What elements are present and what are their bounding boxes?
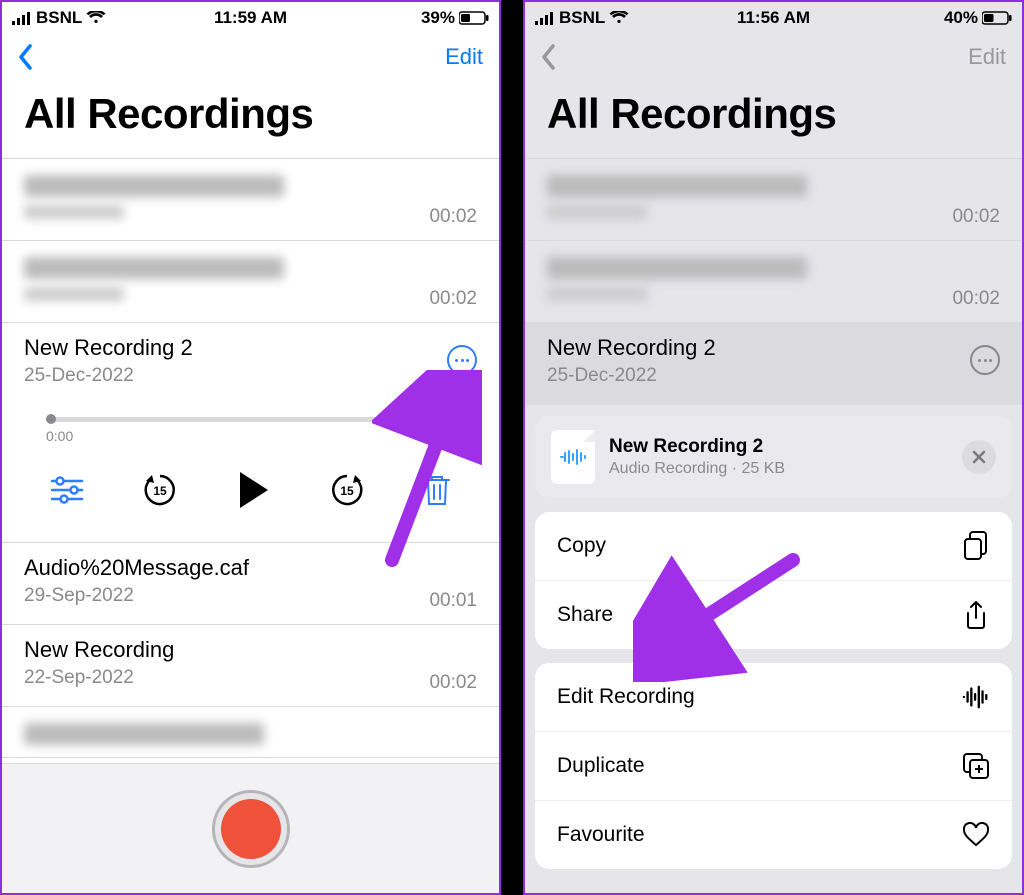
nav-bar: Edit (2, 34, 499, 80)
recording-duration: 00:02 (429, 206, 477, 228)
recording-title: Audio%20Message.caf (24, 555, 477, 581)
audio-file-icon (551, 430, 595, 484)
time-remaining: –0:03 (420, 428, 455, 444)
menu-copy[interactable]: Copy (535, 512, 1012, 581)
carrier-label: BSNL (36, 8, 82, 28)
nav-bar: Edit (525, 34, 1022, 80)
clock-label: 11:59 AM (171, 8, 330, 28)
more-options-button[interactable] (447, 345, 477, 375)
carrier-label: BSNL (559, 8, 605, 28)
copy-icon (962, 532, 990, 560)
recording-date: 25-Dec-2022 (24, 365, 477, 387)
wifi-icon (609, 11, 629, 25)
wifi-icon (86, 11, 106, 25)
recording-row-selected[interactable]: New Recording 2 25-Dec-2022 0:00 –0:03 1… (2, 323, 499, 543)
sheet-file-subtitle: Audio Recording · 25 KB (609, 460, 785, 478)
status-bar: BSNL 11:59 AM 39% (2, 2, 499, 34)
recording-title: New Recording 2 (547, 335, 1000, 361)
clock-label: 11:56 AM (694, 8, 853, 28)
play-button[interactable] (236, 470, 272, 510)
recording-sub-redacted (547, 205, 647, 219)
back-button[interactable] (18, 44, 34, 70)
menu-group: Edit Recording Duplicate Favourite (535, 663, 1012, 869)
recording-date: 22-Sep-2022 (24, 667, 477, 689)
recording-row[interactable]: 00:02 (2, 159, 499, 241)
page-title: All Recordings (2, 80, 499, 158)
battery-icon (459, 11, 489, 25)
recording-duration: 00:02 (952, 288, 1000, 310)
waveform-icon (962, 683, 990, 711)
battery-label: 39% (421, 8, 455, 28)
skip-back-15-button[interactable]: 15 (141, 471, 179, 509)
recording-row[interactable]: 00:02 (2, 241, 499, 323)
close-sheet-button[interactable] (962, 440, 996, 474)
menu-label: Edit Recording (557, 685, 695, 709)
recording-title-redacted (24, 723, 264, 745)
menu-label: Duplicate (557, 754, 645, 778)
recording-sub-redacted (24, 287, 124, 301)
recording-row-partial[interactable] (2, 707, 499, 758)
recording-duration: 00:02 (429, 672, 477, 694)
recording-row-selected[interactable]: New Recording 2 25-Dec-2022 (525, 323, 1022, 405)
recording-title: New Recording 2 (24, 335, 477, 361)
scrubber[interactable] (46, 417, 455, 422)
recording-title-redacted (24, 257, 284, 279)
menu-share[interactable]: Share (535, 581, 1012, 649)
menu-favourite[interactable]: Favourite (535, 801, 1012, 869)
skip-forward-15-button[interactable]: 15 (328, 471, 366, 509)
menu-duplicate[interactable]: Duplicate (535, 732, 1012, 801)
screen-left: BSNL 11:59 AM 39% Edit All Recordings 00… (0, 0, 501, 895)
page-title: All Recordings (525, 80, 1022, 158)
signal-icon (12, 11, 32, 25)
more-options-button[interactable] (970, 345, 1000, 375)
recording-sub-redacted (24, 205, 124, 219)
recording-title-redacted (24, 175, 284, 197)
edit-button[interactable]: Edit (445, 44, 483, 70)
menu-label: Copy (557, 534, 606, 558)
signal-icon (535, 11, 555, 25)
recording-row[interactable]: 00:02 (525, 241, 1022, 323)
record-button[interactable] (212, 790, 290, 868)
status-bar: BSNL 11:56 AM 40% (525, 2, 1022, 34)
menu-label: Favourite (557, 823, 645, 847)
recording-title-redacted (547, 175, 807, 197)
recording-sub-redacted (547, 287, 647, 301)
menu-edit-recording[interactable]: Edit Recording (535, 663, 1012, 732)
time-elapsed: 0:00 (46, 428, 73, 444)
recording-duration: 00:01 (429, 590, 477, 612)
svg-text:15: 15 (341, 484, 355, 498)
recording-duration: 00:02 (952, 206, 1000, 228)
edit-button[interactable]: Edit (968, 44, 1006, 70)
menu-label: Share (557, 603, 613, 627)
battery-label: 40% (944, 8, 978, 28)
recording-row[interactable]: New Recording 22-Sep-2022 00:02 (2, 625, 499, 707)
recording-date: 25-Dec-2022 (547, 365, 1000, 387)
heart-icon (962, 821, 990, 849)
options-sliders-button[interactable] (50, 476, 84, 504)
recording-title-redacted (547, 257, 807, 279)
recording-row[interactable]: 00:02 (525, 159, 1022, 241)
recording-date: 29-Sep-2022 (24, 585, 477, 607)
sheet-file-title: New Recording 2 (609, 436, 785, 458)
screen-right: BSNL 11:56 AM 40% Edit All Recordings 00… (523, 0, 1024, 895)
player: 0:00 –0:03 15 15 (24, 387, 477, 542)
share-icon (962, 601, 990, 629)
record-footer (2, 763, 499, 893)
svg-text:15: 15 (153, 484, 167, 498)
delete-trash-button[interactable] (423, 474, 451, 506)
recording-title: New Recording (24, 637, 477, 663)
battery-icon (982, 11, 1012, 25)
menu-group: Copy Share (535, 512, 1012, 649)
recording-duration: 00:02 (429, 288, 477, 310)
back-button[interactable] (541, 44, 557, 70)
sheet-header: New Recording 2 Audio Recording · 25 KB (535, 416, 1012, 498)
duplicate-icon (962, 752, 990, 780)
recording-row[interactable]: Audio%20Message.caf 29-Sep-2022 00:01 (2, 543, 499, 625)
action-sheet: New Recording 2 Audio Recording · 25 KB … (525, 406, 1022, 893)
